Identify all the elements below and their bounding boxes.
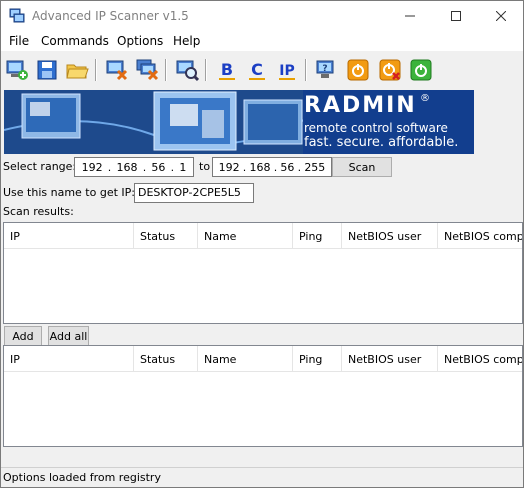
column-netbios-user[interactable]: NetBIOS user: [342, 223, 438, 249]
help-icon[interactable]: ?: [313, 56, 341, 84]
wake-on-lan-icon[interactable]: [407, 56, 435, 84]
column-name[interactable]: Name: [198, 223, 293, 249]
toolbar-separator: [305, 59, 307, 81]
column-ping[interactable]: Ping: [293, 223, 342, 249]
banner-subtitle: remote control software: [304, 121, 448, 135]
octet-dot: .: [273, 160, 278, 174]
add-computer-icon[interactable]: [3, 56, 31, 84]
radmin-banner[interactable]: RADMIN ® remote control software fast. s…: [4, 90, 474, 154]
toolbar-separator: [205, 59, 207, 81]
range-to-input[interactable]: 192. 168. 56. 255: [212, 157, 332, 177]
octet-dot: .: [142, 160, 147, 174]
scan-results-label: Scan results:: [3, 205, 74, 218]
octet-dot: .: [242, 160, 247, 174]
column-netbios-computer[interactable]: NetBIOS comp...: [438, 346, 522, 372]
minimize-button[interactable]: [387, 1, 432, 31]
open-folder-icon[interactable]: [63, 56, 91, 84]
column-ping[interactable]: Ping: [293, 346, 342, 372]
range-from-input[interactable]: 192. 168. 56. 1: [74, 157, 194, 177]
svg-text:C: C: [251, 60, 263, 79]
toolbar: B C IP ?: [1, 53, 523, 87]
range-to-octet-4: 255: [304, 160, 326, 174]
name-lookup-label: Use this name to get IP:: [3, 186, 135, 199]
menu-commands[interactable]: Commands: [41, 34, 109, 48]
scan-results-list[interactable]: IP Status Name Ping NetBIOS user NetBIOS…: [3, 222, 523, 324]
menu-bar: File Commands Options Help: [1, 31, 523, 51]
class-b-icon[interactable]: B: [213, 56, 241, 84]
app-window: Advanced IP Scanner v1.5 File Commands O…: [0, 0, 524, 488]
banner-brand: RADMIN: [304, 93, 417, 118]
shutdown-icon[interactable]: [344, 56, 372, 84]
class-c-icon[interactable]: C: [243, 56, 271, 84]
column-netbios-computer[interactable]: NetBIOS comp...: [438, 223, 522, 249]
ip-icon[interactable]: IP: [273, 56, 301, 84]
abort-shutdown-icon[interactable]: [376, 56, 404, 84]
maximize-button[interactable]: [433, 1, 478, 31]
banner-registered-mark: ®: [420, 93, 430, 104]
scan-results-header: IP Status Name Ping NetBIOS user NetBIOS…: [4, 223, 522, 249]
add-button[interactable]: Add: [4, 326, 42, 346]
favorites-list[interactable]: IP Status Name Ping NetBIOS user NetBIOS…: [3, 345, 523, 447]
toolbar-separator: [165, 59, 167, 81]
close-button[interactable]: [478, 1, 523, 31]
favorites-header: IP Status Name Ping NetBIOS user NetBIOS…: [4, 346, 522, 372]
svg-text:?: ?: [322, 64, 327, 74]
delete-all-icon[interactable]: [134, 56, 162, 84]
svg-text:IP: IP: [279, 63, 294, 79]
range-to-octet-2: 168: [249, 160, 271, 174]
banner-tagline: fast. secure. affordable.: [304, 135, 459, 150]
menu-options[interactable]: Options: [117, 34, 163, 48]
add-all-button[interactable]: Add all: [48, 326, 89, 346]
scan-button[interactable]: Scan: [332, 157, 392, 177]
range-from-octet-1: 192: [81, 160, 103, 174]
computer-name-input[interactable]: DESKTOP-2CPE5L5: [134, 183, 254, 203]
range-from-octet-4: 1: [179, 160, 187, 174]
select-range-label: Select range:: [3, 160, 77, 173]
column-ip[interactable]: IP: [4, 223, 134, 249]
column-status[interactable]: Status: [134, 346, 198, 372]
menu-help[interactable]: Help: [173, 34, 200, 48]
app-icon: [9, 8, 25, 24]
range-to-octet-3: 56: [280, 160, 295, 174]
menu-file[interactable]: File: [9, 34, 29, 48]
banner-artwork: [4, 90, 304, 154]
svg-text:B: B: [221, 60, 233, 79]
octet-dot: .: [107, 160, 112, 174]
title-bar: Advanced IP Scanner v1.5: [1, 1, 523, 31]
range-to-octet-1: 192: [218, 160, 240, 174]
column-ip[interactable]: IP: [4, 346, 134, 372]
range-from-octet-2: 168: [116, 160, 138, 174]
octet-dot: .: [297, 160, 302, 174]
column-status[interactable]: Status: [134, 223, 198, 249]
range-from-octet-3: 56: [151, 160, 166, 174]
range-to-label: to: [199, 160, 211, 173]
save-icon[interactable]: [33, 56, 61, 84]
toolbar-separator: [95, 59, 97, 81]
delete-computer-icon[interactable]: [103, 56, 131, 84]
column-name[interactable]: Name: [198, 346, 293, 372]
window-title: Advanced IP Scanner v1.5: [32, 9, 189, 23]
octet-dot: .: [170, 160, 175, 174]
find-computer-icon[interactable]: [173, 56, 201, 84]
column-netbios-user[interactable]: NetBIOS user: [342, 346, 438, 372]
status-bar: Options loaded from registry: [1, 467, 523, 487]
